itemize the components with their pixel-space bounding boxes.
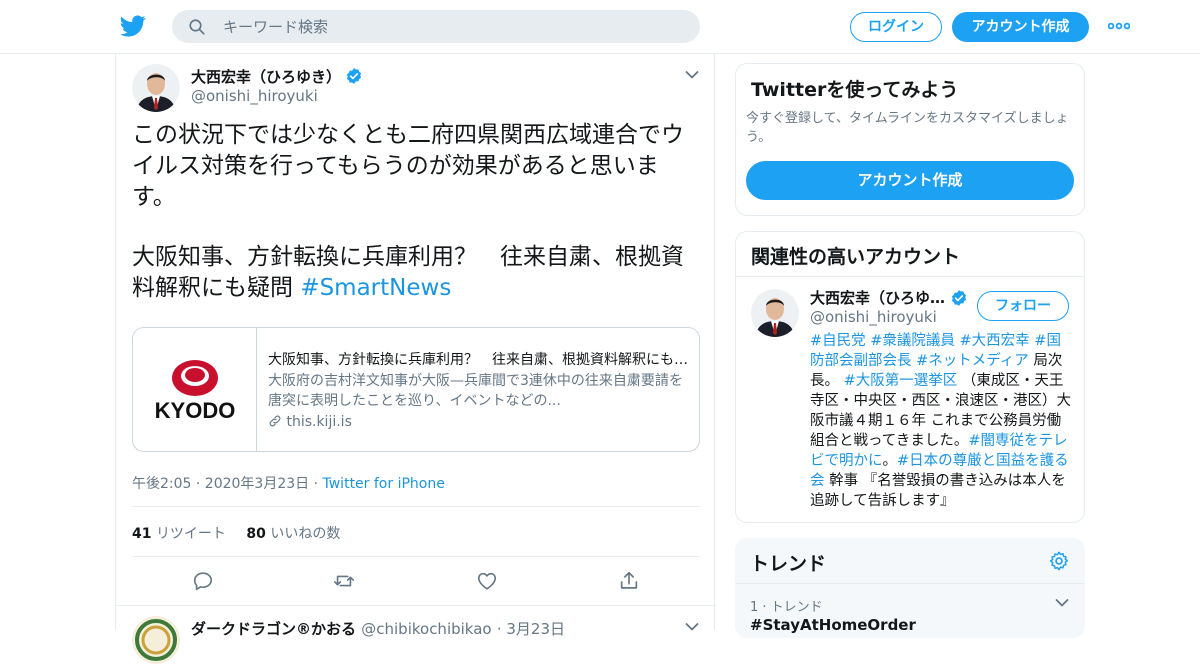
card-thumbnail: KYODO (133, 328, 257, 451)
signup-panel: Twitterを使ってみよう 今すぐ登録して、タイムラインをカスタマイズしましょ… (735, 63, 1085, 216)
search-input[interactable]: キーワード検索 (223, 18, 328, 36)
avatar[interactable] (132, 616, 180, 664)
trends-panel: トレンド 1 · トレンド #StayAtHomeOrder (735, 538, 1085, 638)
related-account-bio: #自民党 #衆議院議員 #大西宏幸 #国防部会副部会長 #ネットメディア 局次長… (810, 331, 1072, 511)
signup-panel-subtitle: 今すぐ登録して、タイムラインをカスタマイズしましょう。 (746, 111, 1069, 145)
more-dots-icon[interactable] (1108, 22, 1130, 30)
likes-label: いいねの数 (270, 526, 341, 542)
reply-date[interactable]: · 3月23日 (497, 620, 565, 638)
retweets-count: 41 (132, 526, 152, 542)
bio-hashtag-link[interactable]: #自民党 (810, 333, 866, 349)
trend-meta: 1 · トレンド (750, 600, 823, 615)
tweet-timestamp[interactable]: 午後2:05 · 2020年3月23日 (132, 476, 309, 492)
signup-panel-button[interactable]: アカウント作成 (746, 161, 1074, 200)
tweet-metadata: 午後2:05 · 2020年3月23日 · Twitter for iPhone (132, 473, 445, 493)
tweet-text-paragraph-1: この状況下では少なくとも二府四県関西広域連合でウイルス対策を行ってもらうのが効果… (132, 122, 684, 210)
likes-count: 80 (246, 526, 266, 542)
link-icon (269, 415, 281, 427)
link-preview-card[interactable]: KYODO 大阪知事、方針転換に兵庫利用？ 往来自粛、根拠資料解釈にも疑問 大阪… (132, 327, 700, 452)
like-icon[interactable] (476, 570, 498, 592)
share-icon[interactable] (618, 570, 640, 592)
search-bar[interactable]: キーワード検索 (172, 10, 700, 43)
signup-button[interactable]: アカウント作成 (952, 12, 1089, 42)
tweet-author-handle[interactable]: @onishi_hiroyuki (191, 87, 318, 105)
trends-panel-title: トレンド (750, 553, 827, 575)
avatar[interactable] (751, 289, 799, 337)
card-description: 大阪府の吉村洋文知事が大阪—兵庫間で3連休中の往来自粛要請を唐突に表明したことを… (268, 373, 683, 409)
hashtag-link[interactable]: #SmartNews (300, 275, 451, 301)
related-accounts-panel: 関連性の高いアカウント 大西宏幸（ひろゆき） @onishi_hiroyuki … (735, 231, 1085, 523)
card-url: this.kiji.is (268, 414, 352, 430)
tweet-text: この状況下では少なくとも二府四県関西広域連合でウイルス対策を行ってもらうのが効果… (132, 120, 702, 333)
login-button[interactable]: ログイン (850, 12, 942, 42)
card-title[interactable]: 大阪知事、方針転換に兵庫利用？ 往来自粛、根拠資料解釈にも疑問 (268, 349, 688, 369)
reply-author-avatar-image (132, 616, 180, 664)
top-navigation-bar: キーワード検索 ログイン アカウント作成 (0, 0, 1200, 54)
twitter-bird-icon[interactable] (120, 13, 146, 39)
trends-panel-header: トレンド (735, 538, 1085, 584)
trend-item[interactable]: #StayAtHomeOrder (750, 616, 916, 634)
related-account-name-text[interactable]: 大西宏幸（ひろゆき） (810, 287, 946, 308)
divider (132, 506, 700, 507)
meta-separator: · (309, 476, 323, 492)
kyodo-logo-text: KYODO (155, 398, 236, 423)
card-url-text: this.kiji.is (286, 414, 352, 430)
reply-tweet-preview[interactable]: ダークドラゴン®かおる @chibikochibikao · 3月23日 (116, 605, 716, 664)
reply-author-handle[interactable]: @chibikochibikao (361, 620, 491, 638)
retweet-icon[interactable] (333, 570, 355, 592)
author-avatar-image (132, 64, 180, 112)
reply-author[interactable]: ダークドラゴン®かおる @chibikochibikao · 3月23日 (191, 618, 565, 639)
divider (132, 556, 700, 557)
caret-down-icon[interactable] (1055, 598, 1069, 608)
reply-icon[interactable] (192, 570, 214, 592)
bio-text: 。 (882, 453, 898, 469)
retweets-stat[interactable]: 41 リツイート (132, 526, 226, 542)
bio-hashtag-link[interactable]: #大阪第一選挙区 (844, 373, 958, 389)
tweet-text-paragraph-2: 大阪知事、方針転換に兵庫利用？ 往来自粛、根拠資料解釈にも疑問 #SmartNe… (132, 242, 702, 304)
verified-badge-icon (951, 290, 967, 306)
tweet-action-bar (132, 570, 700, 592)
related-account-avatar-image (751, 289, 799, 337)
related-panel-title: 関連性の高いアカウント (751, 246, 961, 268)
caret-down-icon[interactable] (685, 70, 699, 80)
kyodo-logo: KYODO (155, 360, 236, 423)
tweet-source-link[interactable]: Twitter for iPhone (323, 476, 445, 492)
avatar[interactable] (132, 64, 180, 112)
caret-down-icon[interactable] (685, 622, 699, 632)
bio-hashtag-link[interactable]: #ネットメディア (916, 353, 1029, 369)
related-panel-header: 関連性の高いアカウント (736, 232, 1084, 277)
related-account-name[interactable]: 大西宏幸（ひろゆき） (810, 287, 970, 308)
verified-badge-icon (346, 68, 362, 84)
reply-author-name[interactable]: ダークドラゴン®かおる (191, 620, 356, 638)
related-account-handle[interactable]: @onishi_hiroyuki (810, 308, 937, 326)
retweets-label: リツイート (155, 526, 226, 542)
bio-text: 幹事 『名誉毀損の書き込みは本人を追跡して告訴します』 (810, 473, 1066, 509)
bio-hashtag-link[interactable]: #衆議院議員 (870, 333, 955, 349)
signup-panel-title: Twitterを使ってみよう (751, 79, 959, 101)
follow-button[interactable]: フォロー (977, 291, 1069, 321)
bio-hashtag-link[interactable]: #大西宏幸 (960, 333, 1030, 349)
tweet-author-name[interactable]: 大西宏幸（ひろゆき） (191, 66, 363, 87)
tweet-stats: 41 リツイート 80 いいねの数 (132, 523, 340, 543)
gear-icon[interactable] (1048, 550, 1070, 572)
author-name-text[interactable]: 大西宏幸（ひろゆき） (191, 68, 341, 86)
likes-stat[interactable]: 80 いいねの数 (246, 526, 340, 542)
tweet-detail-column: 大西宏幸（ひろゆき） @onishi_hiroyuki この状況下では少なくとも… (115, 54, 716, 664)
search-icon (189, 19, 205, 35)
